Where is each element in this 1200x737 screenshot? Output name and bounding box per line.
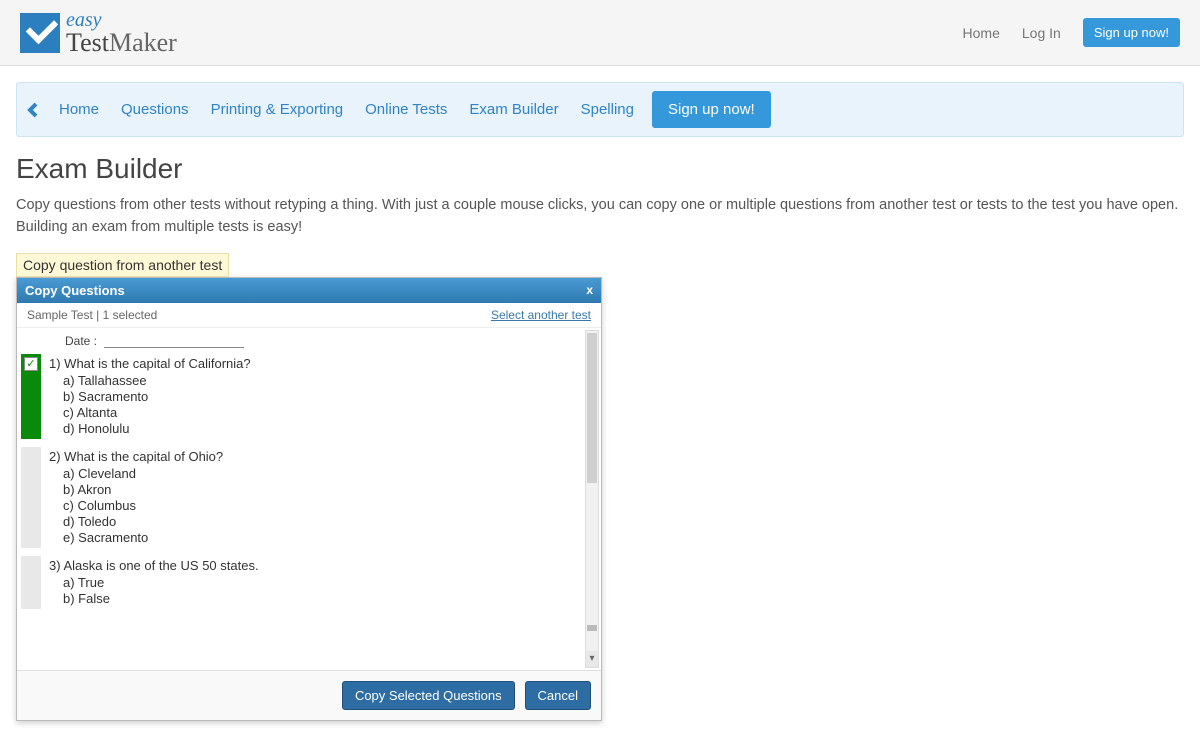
scrollbar-thumb[interactable] (587, 333, 597, 483)
main: Exam Builder Copy questions from other t… (0, 137, 1200, 737)
page-title: Exam Builder (16, 153, 1184, 185)
logo-maker: Maker (109, 28, 177, 57)
question-row[interactable]: ✓ 1) What is the capital of California? … (21, 354, 583, 439)
modal-titlebar: Copy Questions x (17, 278, 601, 303)
option: b) Sacramento (63, 389, 583, 404)
sub-nav: Home Questions Printing & Exporting Onli… (16, 82, 1184, 137)
logo[interactable]: easy TestMaker (20, 10, 177, 56)
signup-button-top[interactable]: Sign up now! (1083, 18, 1180, 47)
modal-body: Date : ✓ 1) What is the capital of Calif… (17, 328, 601, 670)
scrollbar[interactable]: ▾ (585, 330, 599, 668)
checkbox-checked-icon: ✓ (24, 357, 38, 371)
modal-test-info: Sample Test | 1 selected (27, 308, 157, 322)
caret-left-icon (25, 102, 41, 118)
copy-selected-button[interactable]: Copy Selected Questions (342, 681, 515, 710)
subnav-spelling[interactable]: Spelling (577, 95, 638, 124)
question-selector[interactable] (21, 556, 41, 609)
top-header: easy TestMaker Home Log In Sign up now! (0, 0, 1200, 66)
top-nav: Home Log In Sign up now! (963, 18, 1180, 47)
subnav-printing[interactable]: Printing & Exporting (207, 95, 348, 124)
option: d) Toledo (63, 514, 583, 529)
question-options: a) Cleveland b) Akron c) Columbus d) Tol… (49, 466, 583, 545)
question-list: Date : ✓ 1) What is the capital of Calif… (21, 332, 583, 609)
option: b) Akron (63, 482, 583, 497)
modal-footer: Copy Selected Questions Cancel (17, 670, 601, 720)
option: e) Sacramento (63, 530, 583, 545)
question-text: 1) What is the capital of California? (49, 356, 583, 371)
option: d) Honolulu (63, 421, 583, 436)
question-row[interactable]: 2) What is the capital of Ohio? a) Cleve… (21, 447, 583, 548)
question-text: 3) Alaska is one of the US 50 states. (49, 558, 583, 573)
logo-text: easy TestMaker (66, 10, 177, 56)
question-content: 1) What is the capital of California? a)… (47, 354, 583, 439)
page-description: Copy questions from other tests without … (16, 195, 1184, 239)
option: c) Columbus (63, 498, 583, 513)
copy-questions-modal: Copy Questions x Sample Test | 1 selecte… (16, 277, 602, 721)
modal-subbar: Sample Test | 1 selected Select another … (17, 303, 601, 328)
option: a) True (63, 575, 583, 590)
option: a) Tallahassee (63, 373, 583, 388)
question-options: a) Tallahassee b) Sacramento c) Altanta … (49, 373, 583, 436)
cancel-button[interactable]: Cancel (525, 681, 591, 710)
question-selector-selected[interactable]: ✓ (21, 354, 41, 439)
scrollbar-nub (587, 625, 597, 631)
subnav-builder[interactable]: Exam Builder (465, 95, 562, 124)
question-content: 2) What is the capital of Ohio? a) Cleve… (47, 447, 583, 548)
question-selector[interactable] (21, 447, 41, 548)
subnav-online[interactable]: Online Tests (361, 95, 451, 124)
scroll-down-icon[interactable]: ▾ (586, 651, 598, 667)
option: c) Altanta (63, 405, 583, 420)
date-underline (104, 347, 244, 348)
nav-login[interactable]: Log In (1022, 25, 1061, 41)
select-another-test-link[interactable]: Select another test (491, 308, 591, 322)
option: b) False (63, 591, 583, 606)
nav-home[interactable]: Home (963, 25, 1000, 41)
question-content: 3) Alaska is one of the US 50 states. a)… (47, 556, 583, 609)
option: a) Cleveland (63, 466, 583, 481)
copy-caption: Copy question from another test (16, 253, 229, 277)
subnav-questions[interactable]: Questions (117, 95, 193, 124)
close-icon[interactable]: x (586, 283, 593, 297)
signup-button-sub[interactable]: Sign up now! (652, 91, 771, 128)
logo-test: Test (66, 28, 109, 57)
modal-title: Copy Questions (25, 283, 125, 298)
date-label: Date : (65, 334, 97, 348)
logo-check-icon (20, 13, 60, 53)
subnav-home[interactable]: Home (55, 95, 103, 124)
question-row[interactable]: 3) Alaska is one of the US 50 states. a)… (21, 556, 583, 609)
question-text: 2) What is the capital of Ohio? (49, 449, 583, 464)
question-options: a) True b) False (49, 575, 583, 606)
date-row: Date : (21, 332, 583, 354)
